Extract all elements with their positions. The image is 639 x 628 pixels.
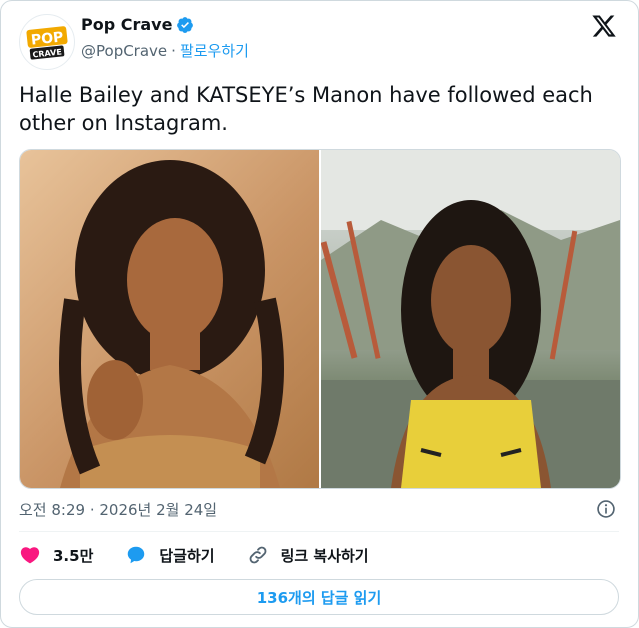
- separator-dot: ·: [171, 41, 176, 60]
- pop-crave-logo: POP CRAVE: [21, 16, 73, 68]
- author-handle-row: @PopCrave · 팔로우하기: [81, 40, 249, 61]
- like-button[interactable]: 3.5만: [19, 544, 93, 566]
- avatar[interactable]: POP CRAVE: [19, 14, 75, 70]
- copy-link-label: 링크 복사하기: [280, 546, 369, 565]
- tweet-media[interactable]: [19, 149, 621, 489]
- divider: [19, 531, 619, 532]
- reply-bubble-icon: [128, 546, 145, 564]
- portrait-illustration-right: [320, 150, 620, 488]
- follow-button[interactable]: 팔로우하기: [180, 40, 249, 61]
- tweet-text: Halle Bailey and KATSEYE’s Manon have fo…: [19, 83, 593, 135]
- author-display-name[interactable]: Pop Crave: [81, 15, 172, 34]
- tweet-card: POP CRAVE Pop Crave @PopCrave · 팔로우하기 Ha…: [0, 0, 639, 628]
- photo-manon[interactable]: [320, 150, 620, 488]
- verified-badge-icon: [177, 16, 194, 33]
- read-replies-button[interactable]: 136개의 답글 읽기: [19, 579, 619, 615]
- author-handle[interactable]: @PopCrave: [81, 42, 167, 60]
- tweet-actions: 3.5만 답글하기 링크 복사하기: [19, 544, 401, 566]
- tweet-timestamp[interactable]: 오전 8:29 · 2026년 2월 24일: [19, 499, 217, 520]
- heart-icon: [20, 547, 40, 564]
- copy-link-button[interactable]: 링크 복사하기: [247, 544, 369, 566]
- info-icon[interactable]: [596, 499, 616, 519]
- photo-halle-bailey[interactable]: [20, 150, 319, 488]
- portrait-illustration-left: [59, 160, 284, 488]
- reply-label: 답글하기: [159, 546, 215, 565]
- like-count: 3.5만: [53, 546, 94, 565]
- author-name-row: Pop Crave: [81, 15, 194, 34]
- x-logo-icon[interactable]: [591, 13, 617, 39]
- reply-button[interactable]: 답글하기: [125, 544, 215, 566]
- link-icon: [249, 546, 266, 564]
